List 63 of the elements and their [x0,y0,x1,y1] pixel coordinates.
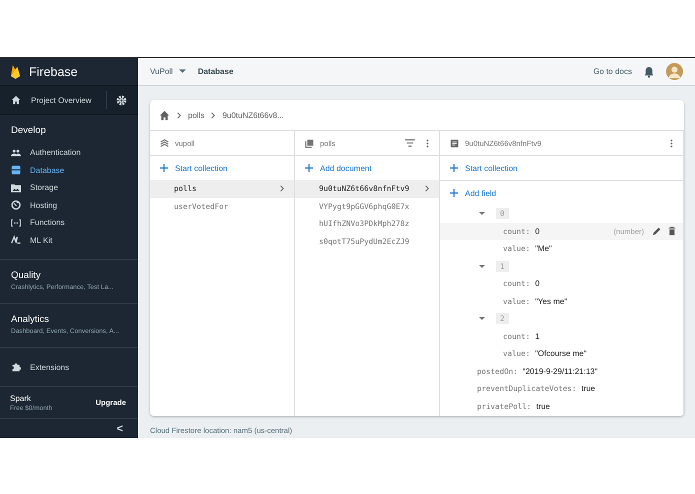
collection-icon [305,138,314,148]
section-title[interactable]: Analytics [11,314,127,325]
caret-icon[interactable] [479,316,485,322]
caret-icon[interactable] [479,264,485,269]
field-value: "Ofcourse me" [535,349,587,358]
ml-kit-icon [11,235,21,246]
plus-icon [160,164,168,172]
people-icon [11,148,21,158]
field-value: "2019-9-29/11:21:13" [522,366,598,376]
chevron-icon [177,112,181,118]
chevron-icon [280,185,284,192]
nav-item[interactable]: Database [0,162,138,179]
field-value: "Me" [535,244,552,254]
flame-icon [10,64,21,79]
layers-icon [160,138,169,148]
add-button[interactable]: Add field [440,181,683,205]
settings-icon[interactable] [116,94,127,106]
brand-name: Firebase [29,64,78,78]
home-icon[interactable] [159,110,170,120]
field-value: 0 [535,226,540,236]
delete-icon[interactable] [667,226,677,236]
chevron-icon [211,112,216,118]
field-value: "Yes me" [535,296,568,306]
plan-name: Spark [10,394,32,402]
dropdown-icon[interactable] [178,69,186,74]
section-title[interactable]: Quality [11,270,127,281]
plus-icon [450,189,458,197]
page-title: Database [198,67,234,76]
caret-icon[interactable] [479,211,485,216]
field-value: true [536,402,550,411]
more-icon[interactable] [426,138,429,148]
section-title: Develop [10,125,47,138]
filter-icon[interactable] [405,139,415,147]
nav-item[interactable]: Functions [0,214,138,232]
nav-item[interactable]: ML Kit [0,232,138,249]
database-icon [11,165,21,176]
edit-icon[interactable] [652,226,662,236]
field-value: true [581,384,596,394]
bell-icon[interactable] [644,66,654,78]
nav-item[interactable]: Authentication [0,144,138,162]
docs-link[interactable]: Go to docs [593,67,632,76]
image-icon [11,182,21,193]
breadcrumb-item[interactable]: 9u0tuNZ6t66v8... [222,110,284,120]
collapse-button[interactable]: < [114,422,126,434]
puzzle-icon [11,362,21,372]
document-icon [450,138,459,148]
plus-icon [450,164,458,172]
chevron-icon [425,185,429,192]
add-button[interactable]: Add document [295,156,439,180]
extensions-link[interactable]: Extensions [30,362,70,372]
field-value: 1 [535,332,540,341]
add-button[interactable]: Start collection [440,156,683,180]
functions-icon [11,218,21,228]
more-icon[interactable] [670,138,673,148]
plus-icon [305,164,313,172]
nav-item[interactable]: Hosting [0,196,138,214]
add-button[interactable]: Start collection [150,156,294,180]
project-overview-link[interactable]: Project Overview [31,96,92,104]
breadcrumb-item[interactable]: polls [188,110,204,120]
home-icon[interactable] [11,95,21,105]
field-value: 0 [535,279,540,288]
project-selector[interactable]: VuPoll [150,67,173,76]
nav-item[interactable]: Storage [0,179,138,196]
